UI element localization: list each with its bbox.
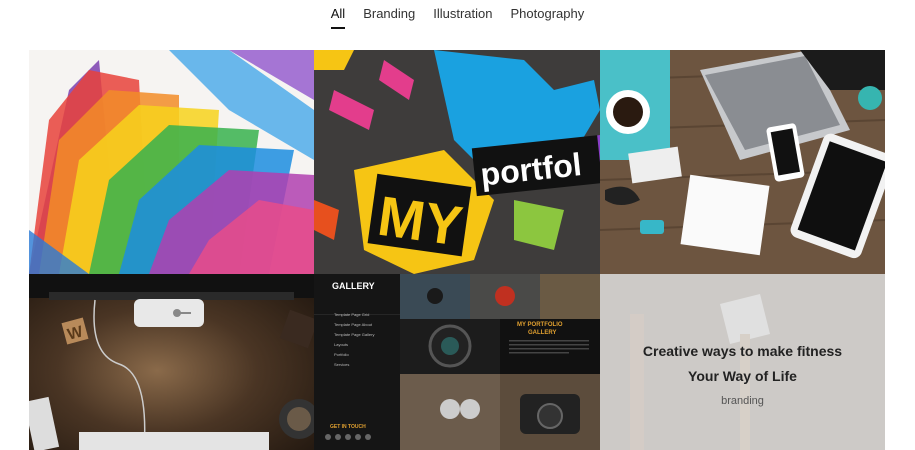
featured-title-line1[interactable]: Creative ways to make fitness — [643, 339, 842, 364]
my-label: MY — [374, 184, 466, 258]
filter-branding[interactable]: Branding — [363, 6, 415, 28]
portfolio-item-gallery[interactable]: GALLERY Template Page Grid Template Page… — [314, 274, 600, 450]
gallery-menu-item: Template Page Grid — [334, 312, 369, 317]
gallery-menu-item: Services — [334, 362, 349, 367]
featured-category[interactable]: branding — [721, 395, 764, 407]
filter-all[interactable]: All — [330, 6, 346, 29]
portfolio-item-folders[interactable] — [29, 50, 314, 274]
featured-title-line2[interactable]: Your Way of Life — [688, 364, 797, 389]
filter-photography[interactable]: Photography — [511, 6, 585, 28]
gallery-menu-item: Template Page About — [334, 322, 373, 327]
gallery-heading-line2: GALLERY — [528, 330, 556, 336]
portfolio-item-dark-desk[interactable]: W — [29, 274, 314, 450]
gallery-menu-item: Portfolio — [334, 352, 349, 357]
gallery-get-in-touch: GET IN TOUCH — [330, 424, 366, 430]
gallery-menu-item: Layouts — [334, 342, 348, 347]
portfolio-item-workspace[interactable] — [600, 50, 885, 274]
filter-illustration[interactable]: Illustration — [433, 6, 492, 28]
gallery-heading-line1: MY PORTFOLIO — [517, 322, 563, 328]
gallery-brand: GALLERY — [332, 281, 375, 291]
gallery-menu-item: Template Page Gallery — [334, 332, 374, 337]
portfolio-grid: MY portfol W GALLERY Template Page Grid … — [29, 50, 885, 450]
portfolio-item-my-portfolio[interactable]: MY portfol — [314, 50, 600, 274]
folders-image — [29, 50, 314, 274]
gallery-site-image: GALLERY Template Page Grid Template Page… — [314, 274, 600, 450]
portfolio-item-featured[interactable]: Creative ways to make fitness Your Way o… — [600, 274, 885, 450]
workspace-image — [600, 50, 885, 274]
my-portfolio-image: MY portfol — [314, 50, 600, 274]
featured-overlay[interactable]: Creative ways to make fitness Your Way o… — [600, 274, 885, 450]
dark-desk-image: W — [29, 274, 314, 450]
portfolio-filter-bar: All Branding Illustration Photography — [0, 0, 915, 40]
